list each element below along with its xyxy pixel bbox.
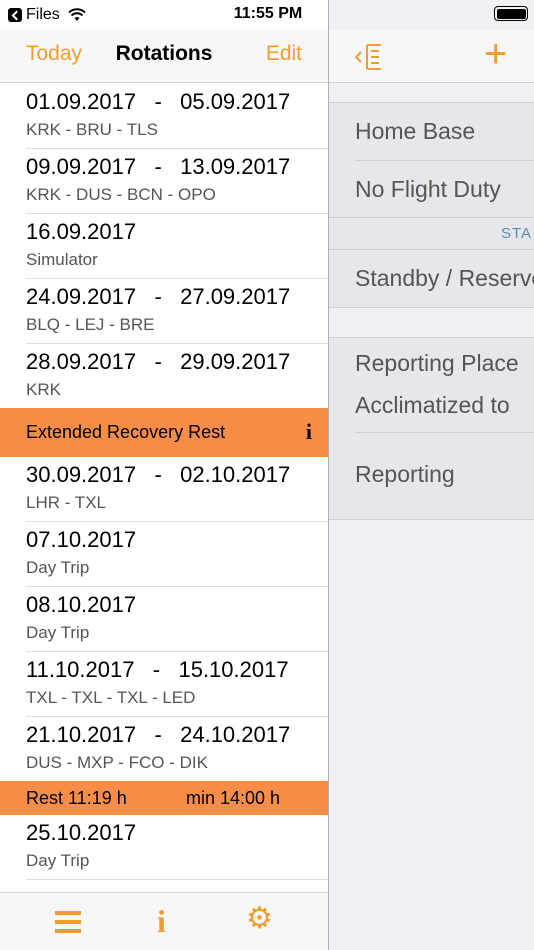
list-item[interactable]: 07.10.2017 Day Trip: [26, 522, 328, 587]
rotation-dates: 21.10.2017 - 24.10.2017: [26, 722, 291, 747]
list-item[interactable]: 25.10.2017 Day Trip: [26, 815, 328, 880]
settings-group-standby: Standby / Reserve: [329, 249, 534, 308]
info-icon[interactable]: i: [306, 419, 312, 445]
rotations-nav-bar: Today Rotations Edit: [0, 30, 328, 83]
rotation-dates: 09.09.2017 - 13.09.2017: [26, 154, 291, 179]
rest-bar: Rest 11:19 h min 14:00 h: [0, 781, 328, 815]
rotation-route: DUS - MXP - FCO - DIK: [26, 753, 208, 772]
home-base-label: Home Base: [355, 118, 476, 144]
rotation-dates: 30.09.2017 - 02.10.2017: [26, 462, 291, 487]
edit-button[interactable]: Edit: [266, 42, 302, 66]
gear-icon[interactable]: ⚙: [246, 901, 273, 936]
extended-recovery-rest-banner[interactable]: Extended Recovery Rest i: [0, 408, 328, 457]
acclimatized-label: Acclimatized to: [355, 392, 510, 418]
no-flight-duty-label: No Flight Duty: [355, 176, 501, 202]
home-base-cell[interactable]: Home Base: [355, 103, 534, 160]
status-bar: Files 11:55 PM: [0, 0, 534, 30]
rotation-route: KRK - DUS - BCN - OPO: [26, 185, 216, 204]
list-item[interactable]: 24.09.2017 - 27.09.2017 BLQ - LEJ - BRE: [26, 279, 328, 344]
list-item[interactable]: 11.10.2017 - 15.10.2017 TXL - TXL - TXL …: [26, 652, 328, 717]
info-icon[interactable]: i: [157, 903, 166, 940]
no-flight-duty-cell[interactable]: No Flight Duty: [355, 160, 534, 217]
rotation-route: BLQ - LEJ - BRE: [26, 315, 155, 334]
standby-reserve-cell[interactable]: Standby / Reserve: [355, 250, 534, 307]
rest-minimum: min 14:00 h: [186, 788, 281, 808]
rotations-panel: Today Rotations Edit 01.09.2017 - 05.09.…: [0, 0, 328, 950]
rotation-route: TXL - TXL - TXL - LED: [26, 688, 196, 707]
rotation-route: Day Trip: [26, 851, 90, 870]
add-icon[interactable]: +: [484, 32, 507, 77]
reporting-label: Reporting: [355, 461, 455, 487]
rotation-route: KRK - BRU - TLS: [26, 120, 158, 139]
detail-panel: + Home Base No Flight Duty STA Standby /…: [329, 0, 534, 950]
settings-group-reporting-place: Reporting Place Acclimatized to Reportin…: [329, 337, 534, 520]
today-button[interactable]: Today: [26, 42, 82, 66]
rotation-route: LHR - TXL: [26, 493, 106, 512]
section-header-label: STA: [501, 225, 533, 242]
list-item[interactable]: 09.09.2017 - 13.09.2017 KRK - DUS - BCN …: [26, 149, 328, 214]
detail-nav-bar: +: [329, 30, 534, 83]
clock: 11:55 PM: [233, 5, 303, 22]
rotation-route: KRK: [26, 380, 61, 399]
list-icon[interactable]: [55, 911, 81, 933]
rotation-dates: 11.10.2017 - 15.10.2017: [26, 657, 289, 682]
rotation-route: Day Trip: [26, 623, 90, 642]
rotations-list[interactable]: 01.09.2017 - 05.09.2017 KRK - BRU - TLS …: [0, 84, 328, 892]
reporting-cell[interactable]: Reporting: [355, 432, 534, 519]
banner-label: Extended Recovery Rest: [26, 422, 226, 442]
rotation-dates: 28.09.2017 - 29.09.2017: [26, 349, 291, 374]
rotation-dates: 01.09.2017 - 05.09.2017: [26, 89, 291, 114]
list-item[interactable]: 08.10.2017 Day Trip: [26, 587, 328, 652]
section-header: STA: [329, 218, 534, 250]
rotation-dates: 25.10.2017: [26, 820, 137, 845]
list-item[interactable]: 01.09.2017 - 05.09.2017 KRK - BRU - TLS: [26, 84, 328, 149]
rotation-dates: 08.10.2017: [26, 592, 137, 617]
reporting-place-label: Reporting Place: [355, 350, 519, 376]
rotation-dates: 07.10.2017: [26, 527, 137, 552]
list-item[interactable]: 30.09.2017 - 02.10.2017 LHR - TXL: [26, 457, 328, 522]
rotation-dates: 16.09.2017: [26, 219, 137, 244]
rotation-route: Day Trip: [26, 558, 90, 577]
sidebar-toggle-icon[interactable]: [355, 44, 385, 70]
list-item[interactable]: 28.09.2017 - 29.09.2017 KRK: [26, 344, 328, 409]
rest-duration: Rest 11:19 h: [26, 788, 127, 808]
standby-reserve-label: Standby / Reserve: [355, 265, 534, 291]
reporting-place-cell[interactable]: Reporting Place Acclimatized to: [355, 338, 534, 432]
list-item[interactable]: 16.09.2017 Simulator: [26, 214, 328, 279]
battery-icon: [494, 6, 528, 21]
settings-group-base: Home Base No Flight Duty: [329, 102, 534, 218]
list-item[interactable]: 21.10.2017 - 24.10.2017 DUS - MXP - FCO …: [26, 717, 328, 782]
rotation-dates: 24.09.2017 - 27.09.2017: [26, 284, 291, 309]
rotation-route: Simulator: [26, 250, 98, 269]
tab-bar: i ⚙: [0, 892, 328, 950]
